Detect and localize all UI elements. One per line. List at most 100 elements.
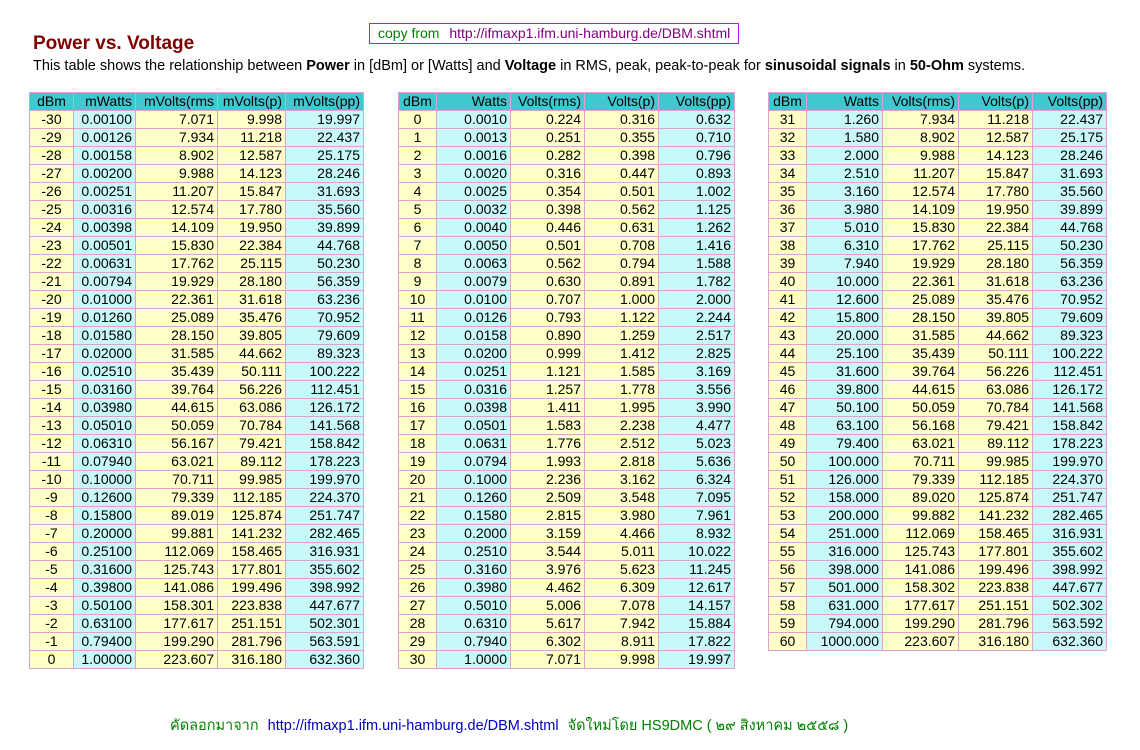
table-cell: 14.123 — [958, 146, 1033, 165]
copy-from-link[interactable]: http://ifmaxp1.ifm.uni-hamburg.de/DBM.sh… — [449, 25, 730, 41]
table-cell: 29 — [398, 632, 437, 651]
table-cell: -30 — [29, 110, 74, 129]
table-cell: 70.784 — [958, 398, 1033, 417]
table-row: 48 63.100 56.168 79.421 158.842 — [768, 416, 1107, 435]
table-cell: 19.929 — [882, 254, 959, 273]
table-header-row: dBm Watts Volts(rms) Volts(p) Volts(pp) — [768, 92, 1107, 111]
table-cell: 25.089 — [135, 308, 218, 327]
table-cell: 22.437 — [1032, 110, 1107, 129]
table-cell: 0.398 — [510, 200, 585, 219]
table-cell: 1.993 — [510, 452, 585, 471]
table-row: -6 0.25100 112.069 158.465 316.931 — [29, 542, 364, 561]
table-cell: 0.03980 — [73, 398, 136, 417]
table-cell: 15.847 — [217, 182, 286, 201]
table-cell: 11.207 — [882, 164, 959, 183]
table-cell: 0.00398 — [73, 218, 136, 237]
table-row: 54 251.000 112.069 158.465 316.931 — [768, 524, 1107, 543]
table-cell: 1.002 — [658, 182, 735, 201]
table-cell: 89.019 — [135, 506, 218, 525]
table-row: -4 0.39800 141.086 199.496 398.992 — [29, 578, 364, 597]
table-cell: 251.747 — [285, 506, 364, 525]
table-row: 18 0.0631 1.776 2.512 5.023 — [398, 434, 735, 453]
table-cell: 10.022 — [658, 542, 735, 561]
table-cell: -8 — [29, 506, 74, 525]
table-cell: 0.446 — [510, 218, 585, 237]
table-cell: 0.2510 — [436, 542, 511, 561]
table-cell: 1.583 — [510, 416, 585, 435]
table-cell: 17.762 — [882, 236, 959, 255]
table-cell: -22 — [29, 254, 74, 273]
table-cell: 1.412 — [584, 344, 659, 363]
table-cell: 56 — [768, 560, 807, 579]
table-cell: 224.370 — [1032, 470, 1107, 489]
table-row: 35 3.160 12.574 17.780 35.560 — [768, 182, 1107, 201]
table-cell: 0.0040 — [436, 218, 511, 237]
table-cell: 25.115 — [958, 236, 1033, 255]
page-footer: คัดลอกมาจาก http://ifmaxp1.ifm.uni-hambu… — [170, 714, 848, 737]
table-cell: -29 — [29, 128, 74, 147]
power-table-2: dBm Watts Volts(rms) Volts(p) Volts(pp) 0 0.0… — [398, 92, 735, 669]
table-cell: 1.776 — [510, 434, 585, 453]
table-row: 30 1.0000 7.071 9.998 19.997 — [398, 650, 735, 669]
table-cell: 100.222 — [1032, 344, 1107, 363]
table-cell: 9.988 — [135, 164, 218, 183]
table-row: 8 0.0063 0.562 0.794 1.588 — [398, 254, 735, 273]
table-row: -3 0.50100 158.301 223.838 447.677 — [29, 596, 364, 615]
table-cell: 0.05010 — [73, 416, 136, 435]
table-cell: 0.890 — [510, 326, 585, 345]
table-cell: 158.842 — [1032, 416, 1107, 435]
table-cell: 1.411 — [510, 398, 585, 417]
table-cell: 19.997 — [658, 650, 735, 669]
table-cell: 44.662 — [958, 326, 1033, 345]
table-cell: 2.236 — [510, 470, 585, 489]
table-row: 57 501.000 158.302 223.838 447.677 — [768, 578, 1107, 597]
table-cell: 2.512 — [584, 434, 659, 453]
table-cell: 7.078 — [584, 596, 659, 615]
table-cell: 70.784 — [217, 416, 286, 435]
table-cell: 63.236 — [1032, 272, 1107, 291]
table-cell: 0.355 — [584, 128, 659, 147]
table-cell: 79.421 — [958, 416, 1033, 435]
table-row: 22 0.1580 2.815 3.980 7.961 — [398, 506, 735, 525]
table-row: -9 0.12600 79.339 112.185 224.370 — [29, 488, 364, 507]
table-cell: 199.496 — [217, 578, 286, 597]
table-row: 52 158.000 89.020 125.874 251.747 — [768, 488, 1107, 507]
desc-text-5: systems. — [963, 58, 1026, 74]
table-cell: 0.3980 — [436, 578, 511, 597]
table-cell: 39.800 — [806, 380, 883, 399]
table-cell: 0.31600 — [73, 560, 136, 579]
table-cell: 0.3160 — [436, 560, 511, 579]
table-cell: 178.223 — [285, 452, 364, 471]
table-cell: 99.881 — [135, 524, 218, 543]
table-cell: 1.782 — [658, 272, 735, 291]
footer-source-link[interactable]: http://ifmaxp1.ifm.uni-hamburg.de/DBM.sh… — [268, 718, 559, 734]
table-row: 3 0.0020 0.316 0.447 0.893 — [398, 164, 735, 183]
table-cell: 355.602 — [1032, 542, 1107, 561]
table-cell: -21 — [29, 272, 74, 291]
table-cell: 199.290 — [135, 632, 218, 651]
table-cell: 251.000 — [806, 524, 883, 543]
table-cell: -12 — [29, 434, 74, 453]
table-cell: 447.677 — [285, 596, 364, 615]
table-cell: 0.00631 — [73, 254, 136, 273]
table-cell: 0.12600 — [73, 488, 136, 507]
table-cell: 56.359 — [1032, 254, 1107, 273]
table-row: 42 15.800 28.150 39.805 79.609 — [768, 308, 1107, 327]
table-cell: 0.25100 — [73, 542, 136, 561]
table-cell: 89.020 — [882, 488, 959, 507]
table-row: -21 0.00794 19.929 28.180 56.359 — [29, 272, 364, 291]
table-cell: 31.618 — [958, 272, 1033, 291]
table-cell: 28.150 — [882, 308, 959, 327]
table-row: -23 0.00501 15.830 22.384 44.768 — [29, 236, 364, 255]
table-cell: 39.764 — [135, 380, 218, 399]
table-cell: 63.086 — [958, 380, 1033, 399]
table-cell: 59 — [768, 614, 807, 633]
table-cell: 177.617 — [882, 596, 959, 615]
table-cell: 89.112 — [217, 452, 286, 471]
table-cell: 0.710 — [658, 128, 735, 147]
table-cell: 39.805 — [217, 326, 286, 345]
table-cell: 7.942 — [584, 614, 659, 633]
table-cell: 39.805 — [958, 308, 1033, 327]
table-cell: 316.931 — [285, 542, 364, 561]
table-cell: 223.607 — [882, 632, 959, 651]
